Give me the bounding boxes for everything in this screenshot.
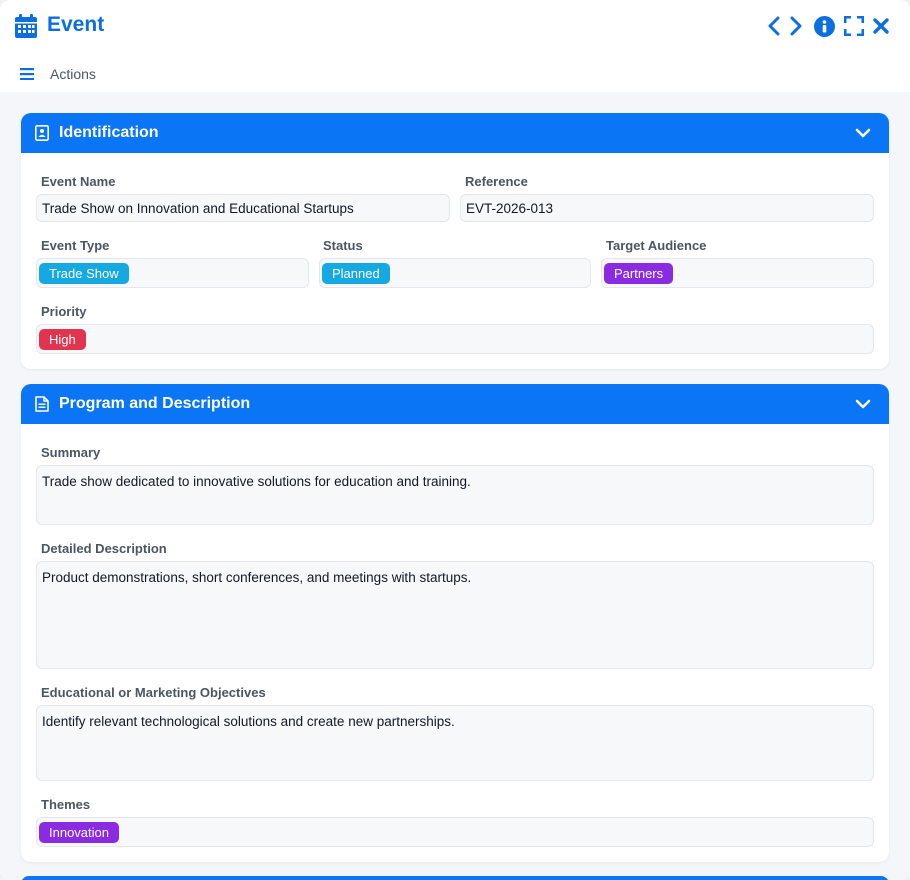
document-icon	[35, 396, 49, 412]
status-field[interactable]: Planned	[319, 258, 591, 288]
priority-label: Priority	[41, 304, 87, 319]
priority-field[interactable]: High	[36, 324, 874, 354]
reference-field[interactable]: EVT-2026-013	[460, 194, 874, 222]
target-audience-label: Target Audience	[606, 238, 707, 253]
summary-label: Summary	[41, 445, 101, 460]
fullscreen-button[interactable]	[843, 14, 865, 38]
detailed-description-field[interactable]: Product demonstrations, short conference…	[36, 561, 874, 669]
event-type-field[interactable]: Trade Show	[36, 258, 309, 288]
identification-header[interactable]: Identification	[21, 113, 889, 153]
identification-section: Identification Event Name Trade Show on …	[21, 113, 889, 369]
reference-value: EVT-2026-013	[466, 200, 554, 216]
target-audience-field[interactable]: Partners	[601, 258, 874, 288]
objectives-field[interactable]: Identify relevant technological solution…	[36, 705, 874, 781]
chevron-down-icon[interactable]	[855, 397, 871, 411]
themes-tag: Innovation	[39, 821, 119, 843]
event-type-label: Event Type	[41, 238, 110, 253]
window-title: Event	[47, 13, 105, 36]
section-title: Identification	[59, 124, 159, 141]
title-bar: Event Actions	[0, 0, 910, 92]
chevron-left-icon	[768, 16, 780, 36]
priority-tag: High	[39, 328, 86, 350]
objectives-value: Identify relevant technological solution…	[42, 714, 455, 729]
next-button[interactable]	[785, 14, 807, 38]
target-audience-tag: Partners	[604, 262, 674, 284]
section-title: Program and Description	[59, 395, 251, 412]
contact-card-icon	[35, 125, 49, 141]
event-name-field[interactable]: Trade Show on Innovation and Educational…	[36, 194, 450, 222]
event-name-value: Trade Show on Innovation and Educational…	[42, 200, 354, 216]
event-name-label: Event Name	[41, 174, 116, 189]
summary-field[interactable]: Trade show dedicated to innovative solut…	[36, 465, 874, 525]
info-icon	[813, 15, 835, 37]
fullscreen-icon	[844, 16, 864, 36]
actions-menu[interactable]: Actions	[20, 64, 96, 84]
close-button[interactable]	[870, 14, 892, 38]
summary-value: Trade show dedicated to innovative solut…	[42, 474, 471, 489]
detailed-description-value: Product demonstrations, short conference…	[42, 570, 472, 585]
themes-label: Themes	[41, 797, 91, 812]
status-tag: Planned	[322, 262, 390, 284]
chevron-down-icon[interactable]	[855, 126, 871, 140]
next-section-header	[21, 876, 889, 880]
objectives-label: Educational or Marketing Objectives	[41, 685, 266, 700]
detailed-description-label: Detailed Description	[41, 541, 167, 556]
previous-button[interactable]	[763, 14, 785, 38]
chevron-right-icon	[790, 16, 802, 36]
info-button[interactable]	[813, 14, 835, 38]
actions-label: Actions	[50, 66, 96, 82]
close-icon	[873, 18, 889, 34]
reference-label: Reference	[465, 174, 528, 189]
status-label: Status	[323, 238, 363, 253]
program-header[interactable]: Program and Description	[21, 384, 889, 424]
event-type-tag: Trade Show	[39, 262, 129, 284]
program-section: Program and Description Summary Trade sh…	[21, 384, 889, 862]
event-window: Event Actions Identification Event Name	[0, 0, 910, 880]
themes-field[interactable]: Innovation	[36, 817, 874, 847]
calendar-icon	[15, 14, 37, 38]
menu-icon	[20, 68, 34, 80]
